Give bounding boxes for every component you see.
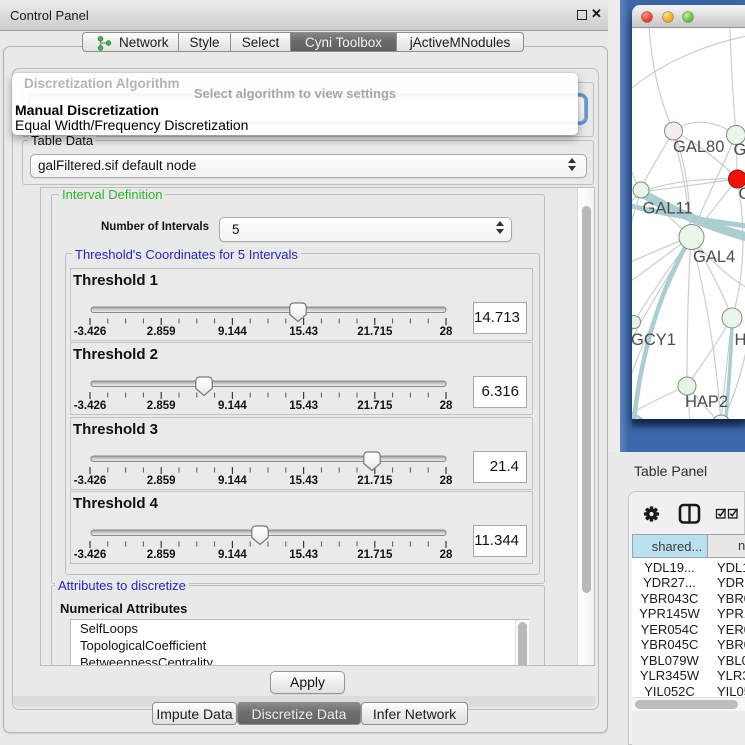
svg-text:2.859: 2.859 bbox=[147, 475, 176, 487]
svg-text:2.859: 2.859 bbox=[147, 549, 176, 561]
svg-text:9.144: 9.144 bbox=[218, 475, 247, 487]
svg-text:CD: CD bbox=[739, 185, 745, 203]
svg-text:9.144: 9.144 bbox=[218, 326, 247, 338]
svg-text:2.859: 2.859 bbox=[147, 326, 176, 338]
svg-text:GA: GA bbox=[734, 141, 745, 159]
svg-text:15.43: 15.43 bbox=[289, 326, 318, 338]
svg-text:-3.426: -3.426 bbox=[74, 400, 107, 412]
svg-text:-3.426: -3.426 bbox=[74, 475, 107, 487]
svg-text:GAL80: GAL80 bbox=[673, 138, 724, 156]
svg-text:-3.426: -3.426 bbox=[74, 549, 107, 561]
svg-text:21.715: 21.715 bbox=[357, 475, 393, 487]
svg-text:15.43: 15.43 bbox=[289, 475, 318, 487]
svg-text:HAP2: HAP2 bbox=[685, 393, 728, 411]
svg-text:GAL4: GAL4 bbox=[693, 248, 735, 266]
svg-text:15.43: 15.43 bbox=[289, 400, 318, 412]
svg-text:28: 28 bbox=[440, 326, 453, 338]
svg-text:28: 28 bbox=[440, 475, 453, 487]
svg-text:-3.426: -3.426 bbox=[74, 326, 107, 338]
svg-text:15.43: 15.43 bbox=[289, 549, 318, 561]
svg-text:21.715: 21.715 bbox=[357, 326, 393, 338]
svg-text:H: H bbox=[735, 331, 745, 349]
svg-text:21.715: 21.715 bbox=[357, 400, 393, 412]
svg-text:28: 28 bbox=[440, 549, 453, 561]
svg-text:28: 28 bbox=[440, 400, 453, 412]
svg-text:2.859: 2.859 bbox=[147, 400, 176, 412]
svg-text:GCY1: GCY1 bbox=[632, 331, 676, 349]
svg-text:GAL11: GAL11 bbox=[643, 200, 693, 218]
svg-text:9.144: 9.144 bbox=[218, 400, 247, 412]
svg-text:9.144: 9.144 bbox=[218, 549, 247, 561]
svg-text:21.715: 21.715 bbox=[357, 549, 393, 561]
